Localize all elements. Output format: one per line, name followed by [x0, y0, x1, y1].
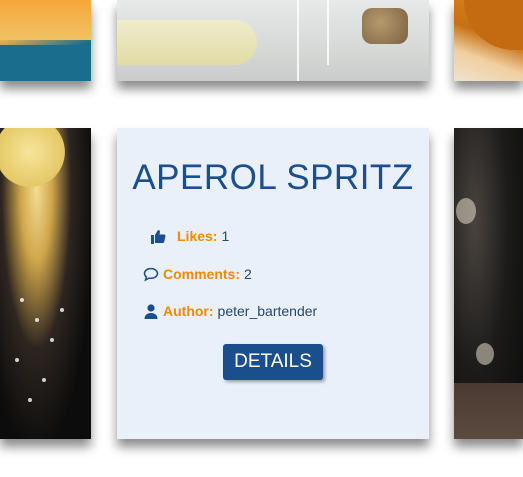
- comments-row: Comments: 2: [142, 266, 252, 282]
- cocktail-tile-image[interactable]: [0, 0, 91, 81]
- comments-label: Comments:: [163, 266, 241, 282]
- cocktail-photo: [476, 343, 494, 365]
- cocktail-tile-image[interactable]: [0, 128, 91, 439]
- comments-count: 2: [244, 266, 252, 282]
- cocktail-photo: [297, 0, 299, 81]
- likes-label: Likes:: [177, 228, 218, 244]
- author-row: Author: peter_bartender: [142, 303, 317, 319]
- likes-row: Likes: 1: [149, 228, 229, 244]
- cocktail-photo: [464, 0, 523, 50]
- cocktail-photo: [327, 0, 329, 65]
- cocktail-photo: [42, 378, 46, 382]
- cocktail-photo: [454, 383, 523, 439]
- cocktail-photo: [15, 358, 19, 362]
- cocktail-photo: [362, 8, 408, 44]
- cocktail-tile-image[interactable]: [454, 0, 523, 81]
- cocktail-photo: [60, 308, 64, 312]
- cocktail-photo: [117, 20, 257, 65]
- comment-icon: [142, 266, 160, 282]
- cocktail-card: APEROL SPRITZ Likes: 1 Comments: 2 Autho…: [117, 128, 429, 439]
- cocktail-tile-image[interactable]: [117, 0, 429, 81]
- cocktail-photo: [50, 338, 54, 342]
- cocktail-photo: [20, 298, 24, 302]
- details-button[interactable]: DETAILS: [223, 344, 323, 380]
- cocktail-photo: [456, 198, 476, 224]
- user-icon: [142, 303, 160, 319]
- cocktail-photo: [0, 128, 75, 188]
- cocktail-photo: [28, 398, 32, 402]
- author-name[interactable]: peter_bartender: [218, 303, 318, 319]
- cocktail-title: APEROL SPRITZ: [132, 158, 414, 197]
- cocktail-photo: [35, 318, 39, 322]
- likes-count: 1: [221, 228, 230, 244]
- thumbs-up-icon: [149, 228, 167, 244]
- cocktail-photo: [0, 45, 91, 81]
- cocktail-tile-image[interactable]: [454, 128, 523, 439]
- author-label: Author:: [163, 303, 214, 319]
- cocktail-photo: [0, 0, 91, 40]
